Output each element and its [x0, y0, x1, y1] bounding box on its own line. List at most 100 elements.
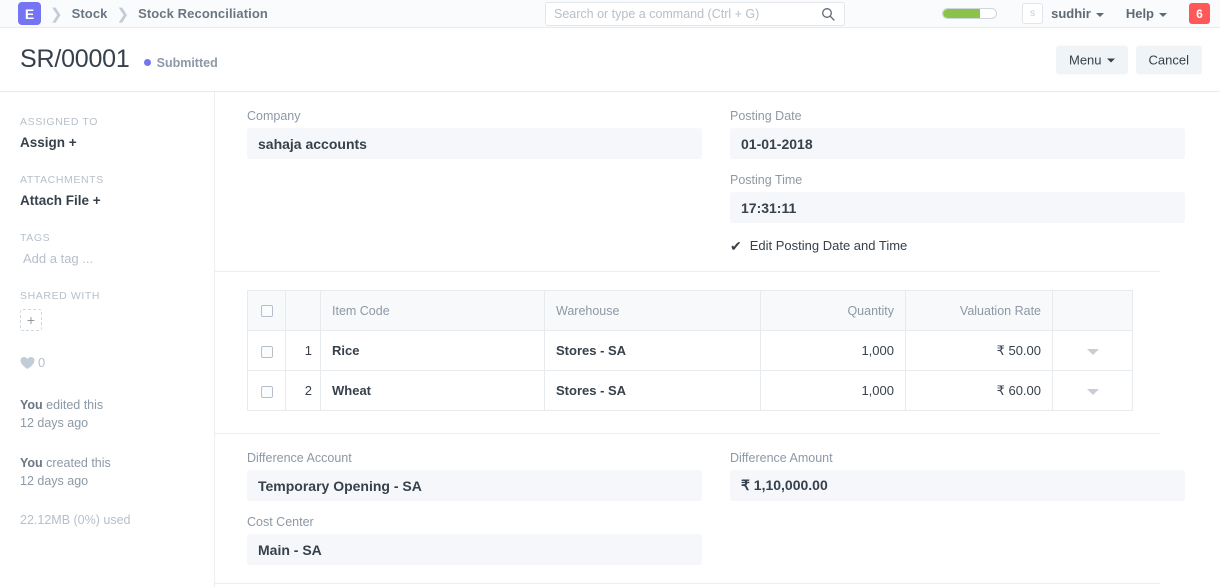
- item-code-cell[interactable]: Rice: [320, 330, 545, 371]
- field-difference-account: Difference Account Temporary Opening - S…: [247, 451, 702, 501]
- like-button[interactable]: 0: [20, 355, 214, 370]
- activity-actor: You: [20, 456, 43, 471]
- table-row[interactable]: 2 Wheat Stores - SA 1,000 ₹ 60.00: [247, 370, 1133, 411]
- add-share-button[interactable]: +: [20, 309, 42, 331]
- difference-amount-value[interactable]: ₹ 1,10,000.00: [730, 470, 1185, 501]
- form-column-right: Posting Date 01-01-2018 Posting Time 17:…: [730, 109, 1185, 253]
- table-row[interactable]: 1 Rice Stores - SA 1,000 ₹ 50.00: [247, 330, 1133, 371]
- posting-time-value[interactable]: 17:31:11: [730, 192, 1185, 223]
- document-sidebar: ASSIGNED TO Assign + ATTACHMENTS Attach …: [0, 92, 215, 587]
- quantity-header[interactable]: Quantity: [760, 290, 906, 331]
- breadcrumb-separator-icon: ❯: [50, 5, 63, 23]
- chevron-down-icon: [1159, 12, 1167, 17]
- tags-heading: TAGS: [20, 232, 51, 244]
- warehouse-cell[interactable]: Stores - SA: [544, 330, 761, 371]
- chevron-down-icon: [1106, 58, 1115, 63]
- add-tag-input[interactable]: Add a tag ...: [20, 251, 214, 266]
- chevron-down-icon[interactable]: [1086, 349, 1099, 355]
- activity-time: 12 days ago: [20, 474, 89, 489]
- app-logo[interactable]: E: [18, 2, 41, 25]
- item-code-header[interactable]: Item Code: [320, 290, 545, 331]
- column-gap: [702, 109, 730, 253]
- menu-button[interactable]: Menu: [1056, 45, 1128, 74]
- select-all-header[interactable]: [247, 290, 286, 331]
- navbar-breadcrumb-group: E ❯ Stock ❯ Stock Reconciliation: [0, 0, 268, 27]
- menu-button-label: Menu: [1069, 52, 1102, 67]
- storage-usage-text: 22.12MB (0%) used: [20, 512, 131, 527]
- field-posting-time: Posting Time 17:31:11: [730, 173, 1185, 223]
- valuation-rate-cell[interactable]: ₹ 50.00: [905, 330, 1053, 371]
- activity-action: created this: [42, 456, 111, 471]
- field-posting-date: Posting Date 01-01-2018: [730, 109, 1185, 159]
- posting-date-value[interactable]: 01-01-2018: [730, 128, 1185, 159]
- warehouse-header[interactable]: Warehouse: [544, 290, 761, 331]
- activity-edited: You edited this 12 days ago: [20, 396, 214, 432]
- row-index-cell: 2: [285, 370, 321, 411]
- cost-center-label: Cost Center: [247, 515, 314, 529]
- row-index-header: [285, 290, 321, 331]
- row-expand-cell[interactable]: [1052, 330, 1133, 371]
- breadcrumb-item-stock[interactable]: Stock: [72, 6, 108, 21]
- field-difference-amount: Difference Amount ₹ 1,10,000.00: [730, 451, 1185, 501]
- difference-account-value[interactable]: Temporary Opening - SA: [247, 470, 702, 501]
- form-section-items: Item Code Warehouse Quantity Valuation R…: [215, 272, 1160, 434]
- items-table-body: 1 Rice Stores - SA 1,000 ₹ 50.00 2 Wheat Stores…: [247, 330, 1133, 411]
- setup-progress-fill: [943, 9, 981, 18]
- status-badge: Submitted: [143, 56, 218, 70]
- page-body: ASSIGNED TO Assign + ATTACHMENTS Attach …: [0, 92, 1220, 587]
- valuation-rate-cell[interactable]: ₹ 60.00: [905, 370, 1053, 411]
- sidebar-section-attachments: ATTACHMENTS Attach File +: [20, 174, 214, 208]
- check-icon: ✔: [730, 237, 742, 254]
- valuation-rate-header[interactable]: Valuation Rate: [905, 290, 1053, 331]
- like-count: 0: [38, 355, 46, 370]
- user-menu[interactable]: sudhir: [1051, 6, 1104, 21]
- items-table-head: Item Code Warehouse Quantity Valuation R…: [247, 290, 1133, 331]
- warehouse-cell[interactable]: Stores - SA: [544, 370, 761, 411]
- chevron-down-icon[interactable]: [1086, 389, 1099, 395]
- attach-file-button[interactable]: Attach File +: [20, 193, 214, 208]
- quantity-cell[interactable]: 1,000: [760, 370, 906, 411]
- attachments-heading: ATTACHMENTS: [20, 174, 104, 186]
- company-value[interactable]: sahaja accounts: [247, 128, 702, 159]
- row-checkbox[interactable]: [260, 385, 273, 398]
- assigned-to-heading: ASSIGNED TO: [20, 116, 98, 128]
- cost-center-value[interactable]: Main - SA: [247, 534, 702, 565]
- assign-button[interactable]: Assign +: [20, 135, 214, 150]
- edit-posting-datetime-checkbox[interactable]: ✔ Edit Posting Date and Time: [730, 238, 1185, 253]
- activity-action: edited this: [42, 398, 104, 412]
- status-dot-icon: [143, 59, 151, 66]
- activity-time: 12 days ago: [20, 416, 89, 431]
- table-header-row: Item Code Warehouse Quantity Valuation R…: [247, 290, 1133, 331]
- row-expand-cell[interactable]: [1052, 370, 1133, 411]
- form-section-difference: Difference Account Temporary Opening - S…: [215, 434, 1185, 584]
- activity-actor: You: [20, 398, 43, 412]
- difference-amount-label: Difference Amount: [730, 451, 833, 465]
- search-input[interactable]: [546, 3, 821, 25]
- title-action-group: Menu Cancel: [1056, 45, 1202, 74]
- row-checkbox[interactable]: [260, 345, 273, 358]
- column-gap: [702, 451, 730, 565]
- search-icon[interactable]: [821, 7, 844, 21]
- sidebar-section-tags: TAGS Add a tag ...: [20, 232, 214, 266]
- shared-with-heading: SHARED WITH: [20, 290, 101, 302]
- user-avatar[interactable]: s: [1022, 3, 1044, 24]
- row-select-cell[interactable]: [247, 370, 286, 411]
- cancel-button[interactable]: Cancel: [1135, 45, 1202, 74]
- items-table: Item Code Warehouse Quantity Valuation R…: [247, 290, 1133, 411]
- form-area: Company sahaja accounts Posting Date 01-…: [215, 92, 1220, 587]
- row-index-cell: 1: [285, 330, 321, 371]
- search-box[interactable]: [545, 2, 845, 26]
- item-code-cell[interactable]: Wheat: [320, 370, 545, 411]
- quantity-cell[interactable]: 1,000: [760, 330, 906, 371]
- field-cost-center: Cost Center Main - SA: [247, 515, 702, 565]
- setup-progress-bar[interactable]: [942, 8, 998, 19]
- row-select-cell[interactable]: [247, 330, 286, 371]
- breadcrumb-item-stock-reconciliation[interactable]: Stock Reconciliation: [138, 6, 268, 21]
- select-all-checkbox[interactable]: [260, 305, 273, 318]
- notification-badge[interactable]: 6: [1189, 3, 1210, 24]
- posting-time-label: Posting Time: [730, 173, 803, 187]
- form-column-left: Difference Account Temporary Opening - S…: [247, 451, 702, 565]
- help-menu[interactable]: Help: [1126, 6, 1167, 21]
- sidebar-section-shared-with: SHARED WITH +: [20, 290, 214, 331]
- activity-created: You created this 12 days ago: [20, 454, 214, 490]
